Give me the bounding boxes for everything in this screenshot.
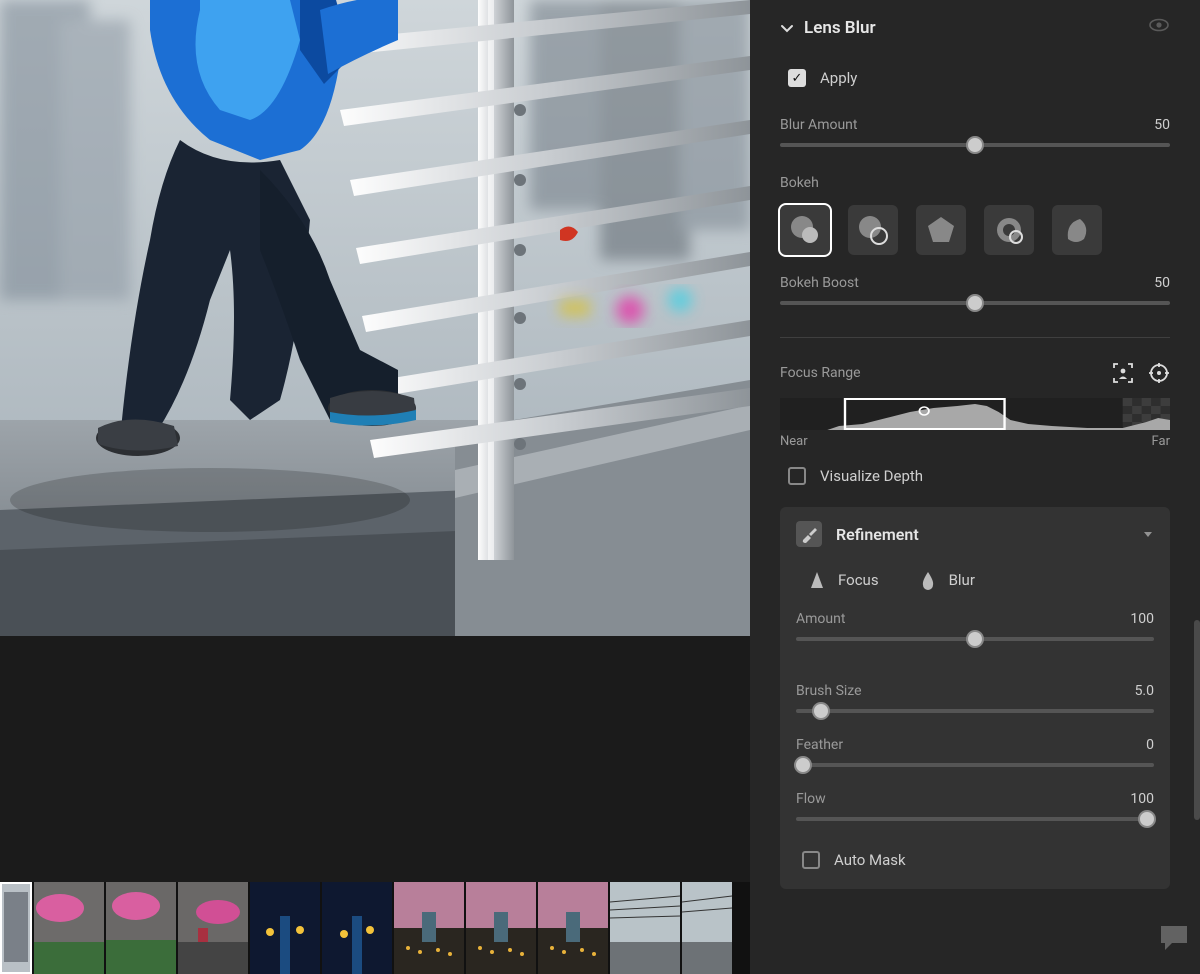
filmstrip-thumb[interactable] [34,882,104,974]
apply-checkbox[interactable]: ✓ [788,69,806,87]
comment-icon[interactable] [1154,920,1194,956]
panel-header-lens-blur[interactable]: Lens Blur [780,0,1170,51]
slider-thumb[interactable] [812,702,830,720]
visualize-depth-row[interactable]: Visualize Depth [780,463,1170,503]
bokeh-boost-value[interactable]: 50 [1154,275,1170,291]
visualize-depth-label: Visualize Depth [820,467,923,485]
bokeh-boost-label: Bokeh Boost [780,275,859,291]
visibility-eye-icon[interactable] [1148,14,1170,41]
lens-blur-panel: Lens Blur ✓ Apply Blur Amount 50 Bokeh [750,0,1200,974]
filmstrip-thumb[interactable] [178,882,248,974]
flow-slider[interactable]: Flow 100 [796,781,1154,835]
blur-amount-slider[interactable]: Blur Amount 50 [780,107,1170,161]
brush-size-value[interactable]: 5.0 [1135,683,1154,699]
refinement-title: Refinement [836,525,919,544]
slider-track[interactable] [780,143,1170,147]
feather-slider[interactable]: Feather 0 [796,727,1154,781]
bokeh-shape-row [780,201,1170,265]
feather-label: Feather [796,737,843,753]
editor-left-pane [0,0,750,974]
slider-thumb[interactable] [966,294,984,312]
refine-amount-label: Amount [796,611,845,627]
filmstrip-thumb[interactable] [250,882,320,974]
near-far-labels: Near Far [780,434,1170,449]
flow-label: Flow [796,791,826,807]
near-label: Near [780,434,808,449]
slider-thumb[interactable] [966,136,984,154]
auto-mask-checkbox[interactable] [802,851,820,869]
apply-checkbox-row[interactable]: ✓ Apply [780,51,1170,107]
feather-value[interactable]: 0 [1146,737,1154,753]
slider-track[interactable] [796,709,1154,713]
focus-blur-toggle-row: Focus Blur [796,547,1154,601]
auto-mask-row[interactable]: Auto Mask [796,835,1154,869]
bokeh-shape-pentagon[interactable] [916,205,966,255]
visualize-depth-checkbox[interactable] [788,467,806,485]
slider-track[interactable] [796,637,1154,641]
focus-mode-button[interactable]: Focus [808,569,879,591]
bokeh-label: Bokeh [780,161,1170,201]
main-image-viewport[interactable] [0,0,750,636]
blur-drop-icon [919,569,937,591]
panel-title: Lens Blur [804,18,876,38]
brush-size-slider[interactable]: Brush Size 5.0 [796,673,1154,727]
chevron-down-icon [780,21,794,35]
filmstrip-thumb[interactable] [394,882,464,974]
filmstrip-thumb[interactable] [106,882,176,974]
blur-mode-button[interactable]: Blur [919,569,975,591]
filmstrip-thumb[interactable] [682,882,732,974]
far-label: Far [1152,434,1170,449]
bokeh-shape-circle[interactable] [780,205,830,255]
focus-triangle-icon [808,569,826,591]
check-icon: ✓ [792,72,803,85]
bokeh-shape-ring[interactable] [848,205,898,255]
brush-icon [796,521,822,547]
point-focus-icon[interactable] [1148,362,1170,384]
focus-range-row: Focus Range [780,358,1170,398]
slider-thumb[interactable] [1138,810,1156,828]
subject-focus-icon[interactable] [1112,362,1134,384]
slider-track[interactable] [796,763,1154,767]
slider-track[interactable] [780,301,1170,305]
slider-track[interactable] [796,817,1154,821]
canvas-empty-area [0,636,750,882]
filmstrip[interactable] [0,882,750,974]
bokeh-shape-ring-thick[interactable] [984,205,1034,255]
auto-mask-label: Auto Mask [834,851,906,869]
blur-amount-label: Blur Amount [780,117,858,133]
slider-thumb[interactable] [794,756,812,774]
divider [780,337,1170,338]
triangle-down-icon[interactable] [1142,525,1154,544]
refinement-header[interactable]: Refinement [796,521,1154,547]
filmstrip-thumb[interactable] [538,882,608,974]
filmstrip-thumb[interactable] [0,882,32,974]
focus-mode-label: Focus [838,571,879,589]
bokeh-boost-slider[interactable]: Bokeh Boost 50 [780,265,1170,319]
focus-range-label: Focus Range [780,365,861,381]
panel-scrollbar-thumb[interactable] [1194,620,1200,820]
refine-amount-value[interactable]: 100 [1130,611,1154,627]
bokeh-shape-blade[interactable] [1052,205,1102,255]
refinement-panel: Refinement Focus Blur Amount 1 [780,507,1170,889]
filmstrip-thumb[interactable] [466,882,536,974]
slider-thumb[interactable] [966,630,984,648]
refine-amount-slider[interactable]: Amount 100 [796,601,1154,655]
blur-amount-value[interactable]: 50 [1154,117,1170,133]
brush-size-label: Brush Size [796,683,862,699]
apply-label: Apply [820,69,857,87]
depth-histogram[interactable] [780,398,1170,430]
filmstrip-thumb[interactable] [610,882,680,974]
flow-value[interactable]: 100 [1130,791,1154,807]
filmstrip-thumb[interactable] [322,882,392,974]
blur-mode-label: Blur [949,571,975,589]
